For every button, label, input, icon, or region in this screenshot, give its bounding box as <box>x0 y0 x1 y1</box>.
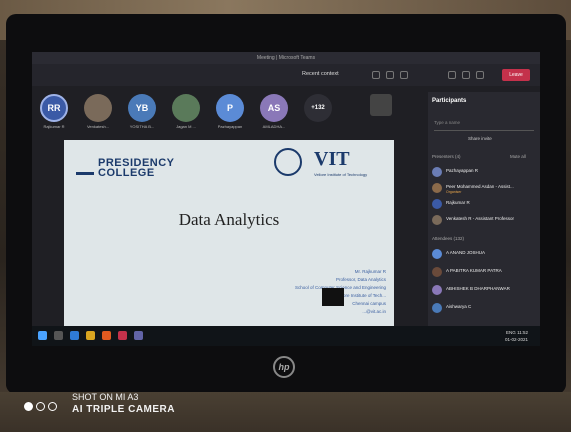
shared-slide: PRESIDENCY COLLEGE VIT Vellore Institute… <box>64 140 394 326</box>
watermark-line1: SHOT ON MI A3 <box>72 392 139 402</box>
list-item[interactable]: A ANAND JOSHUA <box>432 248 536 262</box>
taskbar-clock[interactable]: ENG 11:52 01-02-2021 <box>505 329 528 343</box>
participant-row-name: A ANAND JOSHUA <box>446 250 486 255</box>
vit-seal-icon <box>274 148 302 176</box>
watermark-dot-icon <box>48 402 57 411</box>
list-item[interactable]: Aishwarya C <box>432 302 536 316</box>
more-participants-badge[interactable]: +132 <box>304 94 332 122</box>
participant-avatar[interactable]: RR <box>40 94 68 122</box>
vit-logo-text: VIT <box>314 148 350 170</box>
participant-name: YOSITHA B... <box>129 124 155 129</box>
watermark-dot-icon <box>24 402 33 411</box>
attendees-section-label[interactable]: Attendees (132) <box>432 236 464 241</box>
participant-avatar[interactable] <box>172 94 200 122</box>
camera-icon[interactable] <box>448 71 456 79</box>
windows-start-icon[interactable] <box>38 331 47 340</box>
acrobat-icon[interactable] <box>118 331 127 340</box>
participant-row-name: Pazhayappan R <box>446 168 479 173</box>
participant-row-name: ABHISHEK B DHARPHANWAR <box>446 286 510 291</box>
participant-strip: RR Rajkumar R Venkatesh... YB YOSITHA B.… <box>40 94 410 134</box>
list-item[interactable]: A PABITRA KUMAR PATRA <box>432 266 536 280</box>
watermark-dot-icon <box>36 402 45 411</box>
list-item[interactable]: Pazhayappan R <box>432 166 536 180</box>
participant-name: Jagan M ... <box>176 124 196 129</box>
credit-line: Mr. Rajkumar R <box>354 269 386 274</box>
participant-avatar[interactable]: P <box>216 94 244 122</box>
clock-time: 11:52 <box>517 330 528 335</box>
recent-context-label[interactable]: Recent context <box>302 71 339 77</box>
avatar <box>432 285 442 295</box>
college-line2: COLLEGE <box>98 167 155 179</box>
window-title: Meeting | Microsoft Teams <box>32 52 540 64</box>
people-icon[interactable] <box>372 71 380 79</box>
camera-watermark-logo <box>24 398 60 416</box>
participant-name: Pazhayappan <box>217 124 243 129</box>
participant-row-name: Peer Mohammed Asdan - Assist... <box>446 184 514 189</box>
list-item[interactable]: Peer Mohammed Asdan - Assist... Organise… <box>432 182 536 196</box>
participant-avatar[interactable]: YB <box>128 94 156 122</box>
participant-row-name: Venkatesh R - Assistant Professor <box>446 216 515 221</box>
list-item[interactable]: Rajkumar R <box>432 198 536 212</box>
presenters-section-label[interactable]: Presenters (4) <box>432 154 461 159</box>
reactions-icon[interactable] <box>400 71 408 79</box>
avatar <box>432 167 442 177</box>
vit-subtitle: Vellore Institute of Technology <box>314 172 368 177</box>
chat-icon[interactable] <box>386 71 394 79</box>
share-invite-button[interactable]: Share invite <box>468 136 492 141</box>
participant-row-name: Rajkumar R <box>446 200 470 205</box>
avatar <box>432 303 442 313</box>
participant-row-name: Aishwarya C <box>446 304 472 309</box>
mute-all-button[interactable]: Mute all <box>510 154 526 159</box>
participants-panel: Participants Type a name Share invite Pr… <box>428 92 540 346</box>
panel-title: Participants <box>432 98 467 104</box>
mic-icon[interactable] <box>462 71 470 79</box>
participant-avatar[interactable] <box>84 94 112 122</box>
avatar <box>432 183 442 193</box>
edge-icon[interactable] <box>70 331 79 340</box>
credit-line: ...@vit.ac.in <box>362 309 386 314</box>
watermark-line2: AI TRIPLE CAMERA <box>72 404 175 415</box>
participant-search-input[interactable]: Type a name <box>434 120 534 131</box>
presidency-logo-icon <box>76 158 94 175</box>
file-explorer-icon[interactable] <box>86 331 95 340</box>
teams-icon[interactable] <box>134 331 143 340</box>
hp-logo: hp <box>273 356 295 378</box>
laptop-screen: Meeting | Microsoft Teams Recent context… <box>32 52 540 346</box>
participant-name: AMLADHA... <box>262 124 286 129</box>
firefox-icon[interactable] <box>102 331 111 340</box>
avatar <box>432 249 442 259</box>
share-screen-icon[interactable] <box>476 71 484 79</box>
language-indicator[interactable]: ENG <box>506 330 516 335</box>
clock-date: 01-02-2021 <box>504 337 528 342</box>
avatar <box>432 215 442 225</box>
search-icon[interactable] <box>54 331 63 340</box>
participant-row-name: A PABITRA KUMAR PATRA <box>446 268 502 273</box>
list-item[interactable]: ABHISHEK B DHARPHANWAR <box>432 284 536 298</box>
participant-role: Organiser <box>446 190 462 194</box>
college-name: PRESIDENCY COLLEGE <box>98 158 175 179</box>
presenter-video-thumbnail[interactable] <box>370 94 392 116</box>
windows-taskbar: ENG 11:52 01-02-2021 <box>32 326 540 346</box>
leave-button[interactable]: Leave <box>502 69 530 81</box>
participant-name: Rajkumar R <box>43 124 65 129</box>
participant-name: Venkatesh... <box>86 124 109 129</box>
avatar <box>432 267 442 277</box>
slide-title: Data Analytics <box>178 210 280 229</box>
presenter-video-overlay <box>322 288 344 306</box>
list-item[interactable]: Venkatesh R - Assistant Professor <box>432 214 536 228</box>
meeting-toolbar: Recent context Leave <box>32 64 540 86</box>
credit-line: Professor, Data Analytics <box>335 277 386 282</box>
participant-avatar[interactable]: AS <box>260 94 288 122</box>
avatar <box>432 199 442 209</box>
